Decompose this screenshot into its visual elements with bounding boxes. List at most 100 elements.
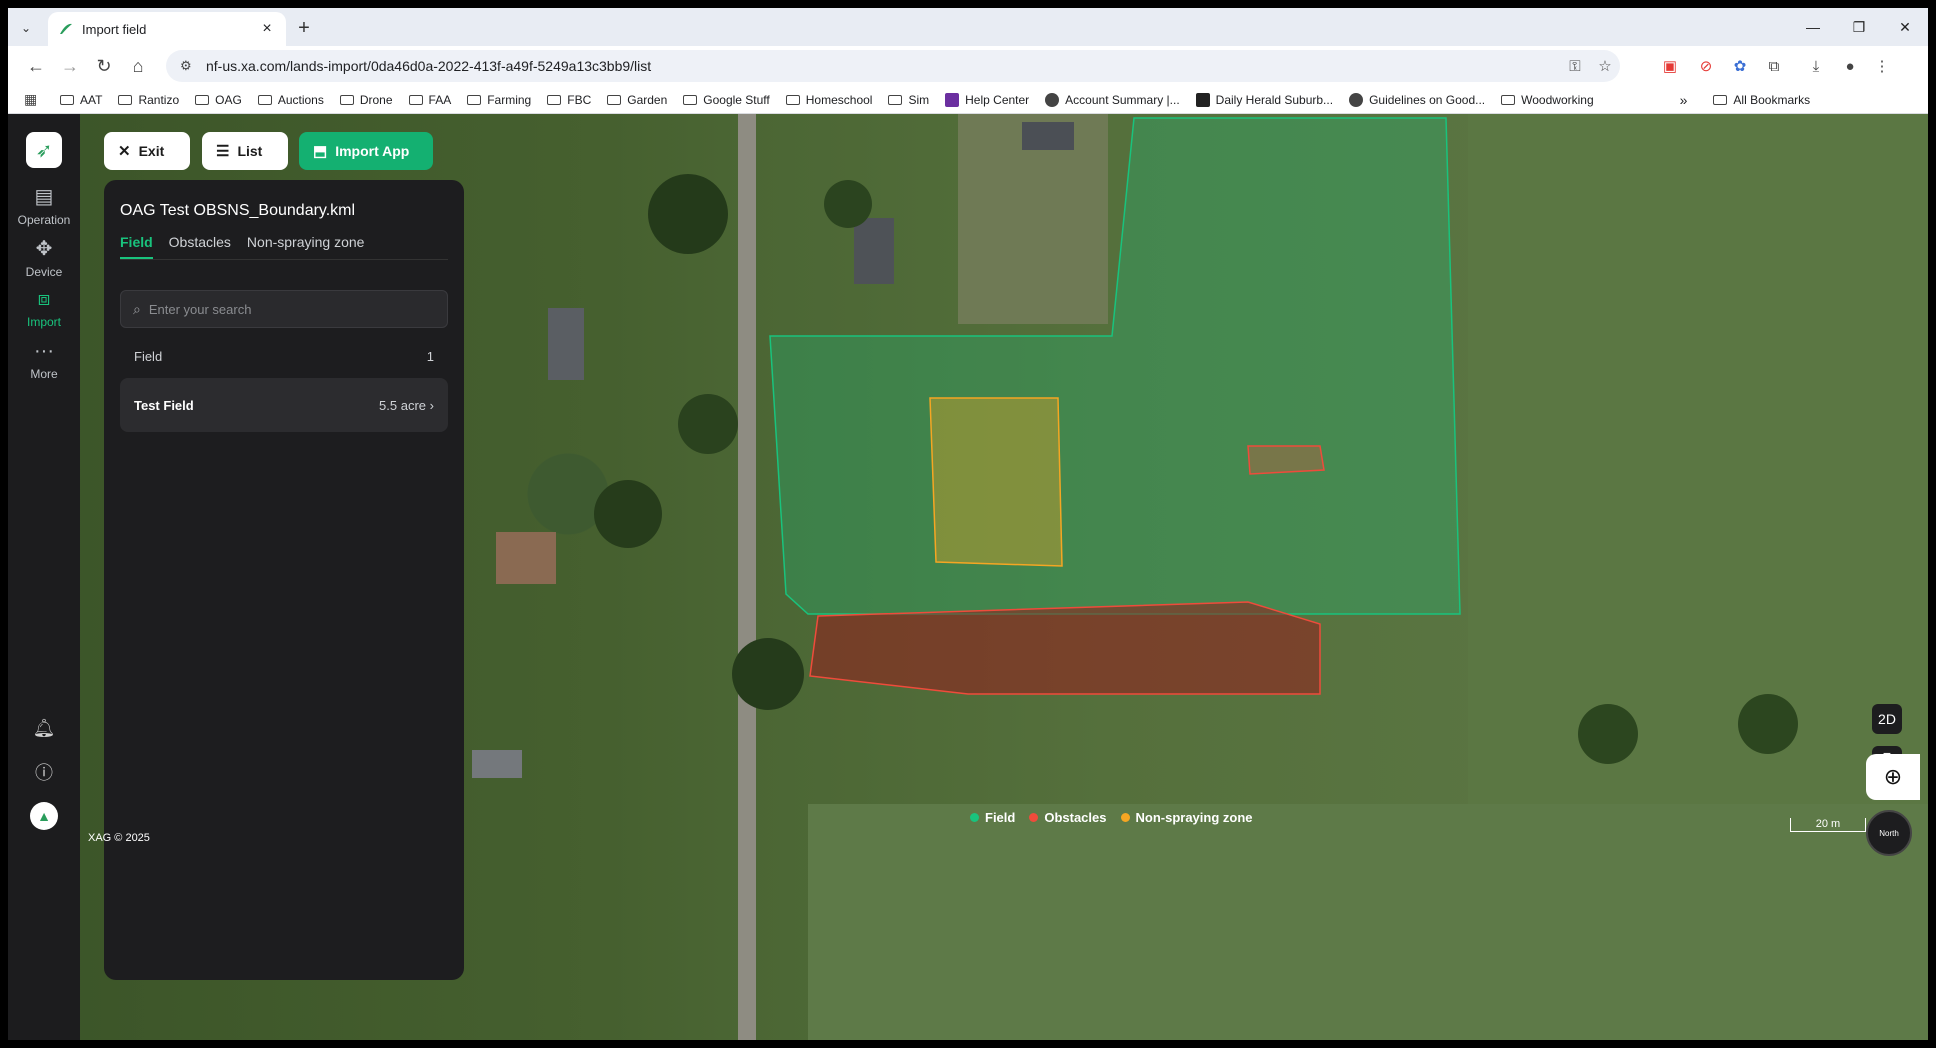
legend-dot [1029, 813, 1039, 822]
home-button[interactable]: ⌂ [124, 52, 152, 80]
map-scale-bar: 20 m [1790, 818, 1866, 832]
bookmark-faa[interactable]: FAA [408, 93, 451, 107]
import-panel: OAG Test OBSNS_Boundary.kml Field Obstac… [104, 180, 464, 980]
back-button[interactable]: ← [22, 52, 50, 80]
reload-button[interactable]: ↻ [90, 52, 118, 80]
bookmark-guidelines[interactable]: Guidelines on Good... [1349, 92, 1485, 107]
folder-icon [607, 94, 622, 105]
nav-import[interactable]: ⧈ Import [8, 288, 80, 329]
building [854, 218, 894, 284]
folder-icon [257, 94, 272, 105]
daily-herald-favicon-icon [1195, 92, 1210, 107]
tab-field[interactable]: Field [120, 234, 153, 259]
folder-icon [339, 94, 354, 105]
legend-dot [970, 813, 979, 822]
bookmark-google-stuff[interactable]: Google Stuff [683, 93, 770, 107]
nav-device[interactable]: ✥ Device [8, 236, 80, 279]
tree [1578, 704, 1638, 764]
field-name: Test Field [134, 397, 194, 413]
building [496, 532, 556, 584]
browser-menu-icon[interactable]: ⋮ [1870, 54, 1894, 78]
tree [732, 638, 804, 710]
folder-icon [408, 94, 423, 105]
folder-icon [683, 94, 698, 105]
nav-operation[interactable]: ▤ Operation [8, 184, 80, 227]
restore-button[interactable]: ❐ [1836, 8, 1882, 46]
bookmark-garden[interactable]: Garden [607, 93, 667, 107]
site-info-icon[interactable]: ⚙ [180, 58, 196, 74]
bookmark-daily-herald[interactable]: Daily Herald Suburb... [1195, 92, 1333, 107]
search-input[interactable] [148, 301, 429, 317]
help-center-favicon-icon [945, 92, 960, 107]
apps-grid-icon[interactable]: ▦ [24, 91, 46, 108]
search-box: ⌕ [120, 290, 448, 328]
tree [1738, 694, 1798, 754]
browser-tab[interactable]: Import field × [48, 12, 286, 46]
compass[interactable]: North [1866, 810, 1912, 856]
view-mode-toggle[interactable]: 2D [1872, 704, 1902, 734]
field-section-header: Field 1 [120, 340, 448, 372]
folder-icon [118, 94, 133, 105]
globe-icon [1045, 92, 1060, 107]
extension-red-icon[interactable]: ▣ [1658, 54, 1682, 78]
help-icon[interactable]: ⓘ [30, 758, 58, 786]
bookmark-drone[interactable]: Drone [339, 93, 393, 107]
legend-field: Field [970, 810, 1015, 825]
tab-close-icon[interactable]: × [258, 20, 276, 38]
tree [678, 394, 738, 454]
tab-search-button[interactable]: ⌄ [14, 16, 38, 40]
legend-obstacles: Obstacles [1029, 810, 1107, 825]
section-label: Field [134, 348, 163, 364]
bookmark-aat[interactable]: AAT [60, 93, 102, 107]
bookmark-oag[interactable]: OAG [195, 93, 242, 107]
password-key-icon[interactable]: ⚿ [1560, 58, 1590, 75]
exit-button[interactable]: ✕ Exit [104, 132, 190, 170]
bookmark-auctions[interactable]: Auctions [257, 93, 324, 107]
import-app-button[interactable]: ⬒ Import App [299, 132, 433, 170]
extension-block-icon[interactable]: ⊘ [1694, 54, 1718, 78]
folder-icon [467, 94, 482, 105]
notification-bell-icon[interactable]: 🔔︎ [30, 714, 58, 742]
bookmark-rantizo[interactable]: Rantizo [118, 93, 179, 107]
user-avatar[interactable]: ▲ [30, 802, 58, 830]
more-bookmarks-icon[interactable]: » [1680, 92, 1688, 108]
extensions-puzzle-icon[interactable]: ⧉ [1762, 54, 1786, 78]
list-item[interactable]: Test Field 5.5 acre › [120, 378, 448, 432]
download-icon[interactable]: ⤓ [1804, 54, 1828, 78]
section-count: 1 [426, 348, 434, 364]
bookmark-sim[interactable]: Sim [888, 93, 929, 107]
extension-blue-icon[interactable]: ✿ [1728, 54, 1752, 78]
bookmark-homeschool[interactable]: Homeschool [785, 93, 872, 107]
tab-title: Import field [82, 21, 147, 37]
bookmark-account-summary[interactable]: Account Summary |... [1045, 92, 1180, 107]
bookmark-farming[interactable]: Farming [467, 93, 531, 107]
close-window-button[interactable]: ✕ [1882, 8, 1928, 46]
field-boundary [769, 117, 1461, 615]
building [472, 750, 522, 778]
xag-favicon-icon [60, 23, 72, 34]
forward-button[interactable]: → [56, 52, 84, 80]
minimize-button[interactable]: — [1790, 8, 1836, 46]
all-bookmarks[interactable]: All Bookmarks [1713, 93, 1810, 107]
list-icon: ☰ [216, 143, 230, 160]
field-area: 5.5 acre › [379, 397, 434, 413]
browser-window: ⌄ Import field × + — ❐ ✕ ← → ↻ ⌂ ⚙ nf-us… [8, 8, 1928, 1040]
bookmark-star-icon[interactable]: ☆ [1590, 57, 1620, 75]
tab-obstacles[interactable]: Obstacles [169, 234, 231, 259]
bookmarks-bar: ▦ AAT Rantizo OAG Auctions Drone FAA Far… [8, 86, 1928, 114]
legend-dot [1120, 813, 1130, 822]
profile-avatar-icon[interactable]: ● [1838, 54, 1862, 78]
address-bar[interactable]: ⚙ nf-us.xa.com/lands-import/0da46d0a-202… [166, 50, 1620, 82]
zoom-search-icon[interactable]: ⊕ [1866, 754, 1920, 800]
chevron-right-icon: › [429, 397, 434, 413]
list-button[interactable]: ☰ List [202, 132, 288, 170]
bookmark-help-center[interactable]: Help Center [945, 92, 1029, 107]
xag-logo[interactable]: ➶ [26, 132, 62, 168]
new-tab-button[interactable]: + [292, 16, 316, 40]
close-icon: ✕ [118, 143, 131, 160]
more-icon: ··· [34, 340, 54, 362]
tab-non-spraying-zone[interactable]: Non-spraying zone [247, 234, 365, 259]
bookmark-woodworking[interactable]: Woodworking [1501, 93, 1594, 107]
bookmark-fbc[interactable]: FBC [547, 93, 591, 107]
nav-more[interactable]: ··· More [8, 340, 80, 381]
